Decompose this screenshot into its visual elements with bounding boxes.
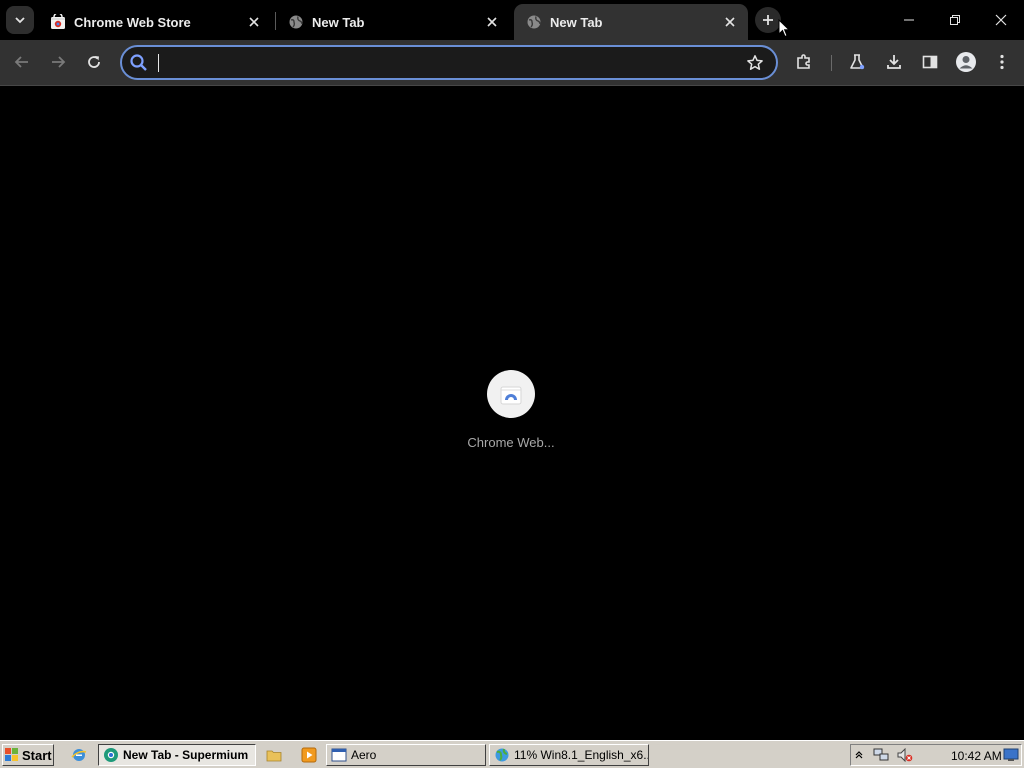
task-aero[interactable]: Aero <box>326 744 486 766</box>
tab-title: Chrome Web Store <box>74 14 191 30</box>
supermium-icon <box>104 748 118 762</box>
media-player-icon <box>301 747 317 763</box>
flask-icon <box>850 54 865 70</box>
folder-icon <box>266 750 282 762</box>
restore-button[interactable] <box>932 0 978 40</box>
taskbar: Start New Tab - Supermium Aero 11% Win8.… <box>0 740 1024 768</box>
profile-button[interactable] <box>951 47 981 77</box>
toolbar-separator <box>831 55 832 71</box>
search-icon <box>130 54 147 71</box>
extensions-button[interactable] <box>789 47 819 77</box>
shortcut-icon-tile <box>487 370 535 418</box>
minimize-icon <box>904 19 914 21</box>
window-icon <box>331 748 347 762</box>
plus-icon <box>763 15 773 25</box>
close-icon <box>995 14 1007 26</box>
menu-button[interactable] <box>987 47 1017 77</box>
task-label: Aero <box>351 748 377 762</box>
arrow-right-icon <box>52 56 66 68</box>
quicklaunch-explorer[interactable] <box>265 746 283 764</box>
new-tab-page: Chrome Web... <box>0 87 1024 740</box>
clock[interactable]: 10:42 AM <box>951 749 1002 763</box>
bookmark-star-icon[interactable] <box>744 52 766 74</box>
tab-search-button[interactable] <box>6 6 34 34</box>
close-tab-icon[interactable] <box>722 14 738 30</box>
minimize-button[interactable] <box>886 0 932 40</box>
tab-new-tab[interactable]: New Tab <box>276 4 510 40</box>
globe-icon <box>288 14 304 30</box>
tab-title: New Tab <box>312 14 365 30</box>
omnibox[interactable] <box>120 45 778 80</box>
tab-chrome-web-store[interactable]: Chrome Web Store <box>38 4 272 40</box>
restore-icon <box>950 15 960 25</box>
ie-icon <box>71 749 87 761</box>
side-panel-icon <box>922 55 938 69</box>
globe-icon <box>526 14 542 30</box>
puzzle-icon <box>797 54 810 69</box>
chrome-web-store-icon <box>50 14 66 30</box>
system-tray: 10:42 AM <box>850 744 1022 766</box>
network-icon[interactable] <box>873 747 889 763</box>
arrow-left-icon <box>14 56 28 68</box>
back-button[interactable] <box>7 47 37 77</box>
tab-new-tab-active[interactable]: New Tab <box>514 4 748 40</box>
quicklaunch-ie[interactable] <box>70 746 88 764</box>
tab-title: New Tab <box>550 14 603 30</box>
reload-icon <box>88 56 100 68</box>
more-vert-icon <box>1000 54 1004 70</box>
omnibox-input[interactable] <box>156 51 736 75</box>
chrome-web-store-icon <box>500 386 522 405</box>
avatar-icon <box>956 52 976 72</box>
text-caret <box>158 54 159 72</box>
task-download[interactable]: 11% Win8.1_English_x6... <box>489 744 649 766</box>
labs-button[interactable] <box>842 47 872 77</box>
forward-button[interactable] <box>43 47 73 77</box>
close-tab-icon[interactable] <box>246 14 262 30</box>
download-icon <box>887 55 901 69</box>
show-desktop-icon[interactable] <box>1003 747 1019 763</box>
mouse-cursor-icon <box>778 19 790 38</box>
tray-expand-icon[interactable] <box>851 747 867 763</box>
tab-strip: Chrome Web Store New Tab New Tab <box>0 0 1024 40</box>
windows-logo-icon <box>5 748 18 761</box>
shortcut-label: Chrome Web... <box>467 435 555 450</box>
task-label: 11% Win8.1_English_x6... <box>514 748 649 762</box>
globe-download-icon <box>495 748 509 762</box>
task-label: New Tab - Supermium <box>123 748 249 762</box>
downloads-button[interactable] <box>879 47 909 77</box>
browser-toolbar <box>0 40 1024 86</box>
shortcut-tile[interactable]: Chrome Web... <box>455 370 567 460</box>
start-label: Start <box>22 747 52 763</box>
volume-muted-icon[interactable] <box>897 747 913 763</box>
close-tab-icon[interactable] <box>484 14 500 30</box>
task-supermium[interactable]: New Tab - Supermium <box>98 744 256 766</box>
start-button[interactable]: Start <box>2 744 54 766</box>
chevron-down-icon <box>15 17 25 24</box>
reload-button[interactable] <box>79 47 109 77</box>
close-window-button[interactable] <box>978 0 1024 40</box>
quicklaunch-media[interactable] <box>300 746 318 764</box>
side-panel-button[interactable] <box>915 47 945 77</box>
